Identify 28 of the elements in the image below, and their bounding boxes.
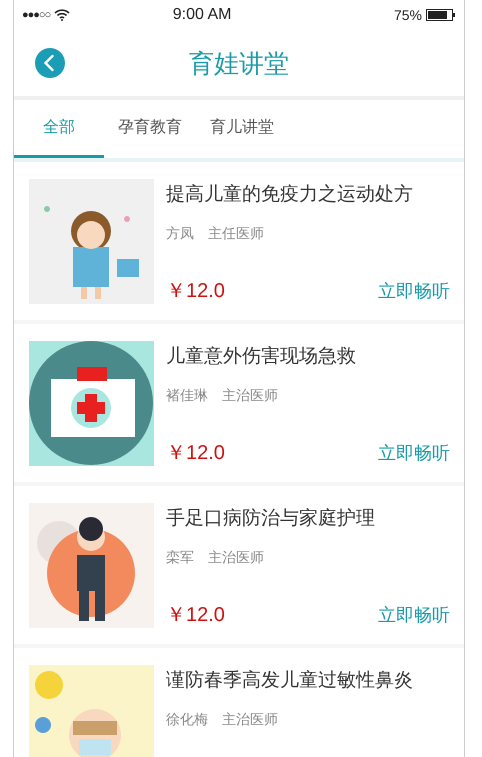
course-price: ￥12.0 xyxy=(166,441,225,466)
course-card[interactable]: 谨防春季高发儿童过敏性鼻炎 徐化梅 主治医师 xyxy=(14,648,464,757)
back-button[interactable] xyxy=(34,47,66,79)
teacher-rank: 主治医师 xyxy=(208,549,264,567)
signal-icon: ●●●○○ xyxy=(22,9,50,21)
page-title: 育娃讲堂 xyxy=(188,48,290,80)
teacher-rank: 主治医师 xyxy=(222,711,278,729)
course-price: ￥12.0 xyxy=(166,279,225,304)
wifi-icon xyxy=(54,9,70,21)
teacher-rank: 主治医师 xyxy=(222,387,278,405)
course-title: 儿童意外伤害现场急救 xyxy=(166,344,357,369)
course-card[interactable]: 儿童意外伤害现场急救 褚佳琳 主治医师 ￥12.0 立即畅听 xyxy=(14,324,464,482)
course-card[interactable]: 提高儿童的免疫力之运动处方 方凤 主任医师 ￥12.0 立即畅听 xyxy=(14,162,464,320)
teacher-rank: 主任医师 xyxy=(208,225,264,243)
course-title: 手足口病防治与家庭护理 xyxy=(166,506,376,531)
teacher-name: 方凤 xyxy=(166,225,194,243)
teacher-name: 栾军 xyxy=(166,549,194,567)
teacher-name: 徐化梅 xyxy=(166,711,208,729)
category-tab[interactable]: 育儿讲堂 xyxy=(196,100,288,158)
course-price: ￥12.0 xyxy=(166,603,225,628)
course-title: 提高儿童的免疫力之运动处方 xyxy=(166,182,414,207)
category-tab[interactable]: 孕育教育 xyxy=(104,100,196,158)
course-card[interactable]: 手足口病防治与家庭护理 栾军 主治医师 ￥12.0 立即畅听 xyxy=(14,486,464,644)
course-title: 谨防春季高发儿童过敏性鼻炎 xyxy=(166,668,414,693)
clock-time: 9:00 AM xyxy=(172,6,232,24)
battery-level: 75% xyxy=(394,7,422,23)
battery-icon xyxy=(426,9,456,21)
teacher-name: 褚佳琳 xyxy=(166,387,208,405)
